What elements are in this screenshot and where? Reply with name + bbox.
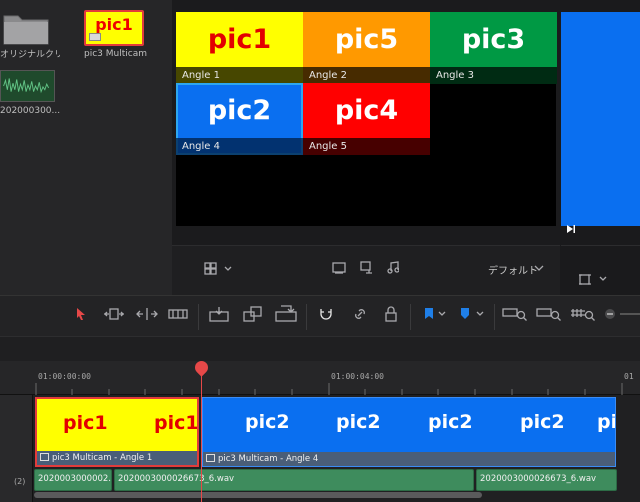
blade-tool-icon[interactable]	[168, 308, 188, 320]
timeline-scrollbar[interactable]	[34, 492, 482, 498]
multicam-viewer[interactable]: pic1 Angle 1 pic5 Angle 2 pic3 Angle 3 p…	[176, 12, 557, 226]
clip-frame-text: pic2	[428, 411, 473, 433]
clip-frame-text: pic1	[63, 412, 108, 434]
clip-frame-text: pic2	[336, 411, 381, 433]
overwrite-clip-icon[interactable]	[242, 305, 264, 323]
dynamic-trim-icon[interactable]	[136, 307, 158, 321]
view-mode-dropdown[interactable]: デフォルト	[488, 262, 538, 277]
angle-preview-text: pic4	[334, 95, 399, 126]
trim-edit-icon[interactable]	[103, 307, 125, 321]
viewer-toolbar: デフォルト	[172, 245, 560, 295]
angle-label: Angle 1	[176, 67, 303, 84]
zoom-detail-icon[interactable]	[536, 306, 562, 322]
angle-preview-text: pic1	[207, 24, 272, 55]
ruler-timecode: 01:00:00:00	[38, 372, 91, 381]
zoom-slider[interactable]	[620, 313, 640, 315]
clip-name: pic3 Multicam - Angle 1	[52, 453, 153, 463]
snapping-magnet-icon[interactable]	[318, 306, 334, 322]
angle-label: Angle 5	[303, 138, 430, 155]
link-icon[interactable]	[352, 307, 368, 321]
audio-clip[interactable]: 2020003000026673_6.wav	[114, 469, 474, 491]
transform-icon[interactable]	[578, 272, 612, 286]
flag-icon[interactable]	[423, 307, 449, 321]
layout-grid-icon[interactable]	[204, 262, 236, 276]
ruler-timecode: 01:00:04:00	[331, 372, 384, 381]
media-pool: オリジナルクリップ pic1 pic3 Multicam 202000300..…	[0, 0, 172, 295]
clip-name-bar: pic3 Multicam - Angle 1	[37, 451, 197, 465]
angle-preview-text: pic5	[334, 24, 399, 55]
folder-icon[interactable]	[2, 12, 50, 46]
clip-name: pic3 Multicam - Angle 4	[218, 454, 319, 464]
replace-clip-icon[interactable]	[274, 305, 298, 323]
multicam-clip-thumbnail[interactable]: pic1	[84, 10, 144, 46]
video-clip-angle-4[interactable]: pic2 pic2 pic2 pic2 pic2 pic3 Multicam -…	[202, 397, 616, 467]
timeline-toolbar	[0, 295, 640, 337]
media-item-label: pic3 Multicam	[84, 49, 147, 59]
zoom-custom-icon[interactable]	[570, 306, 596, 322]
media-item-label: オリジナルクリップ	[0, 50, 60, 60]
audio-clip[interactable]: 2020003000026673_6.wav	[476, 469, 617, 491]
timeline-ruler[interactable]: 01:00:00:00 01:00:04:00 01	[0, 361, 640, 395]
program-divider	[561, 245, 640, 246]
zoom-out-icon[interactable]	[604, 308, 616, 320]
insert-clip-icon[interactable]	[208, 306, 230, 323]
ruler-timecode: 01	[624, 372, 634, 381]
thumbnail-text: pic1	[95, 15, 133, 34]
video-clip-angle-1[interactable]: pic1 pic1 pic3 Multicam - Angle 1	[35, 397, 199, 467]
track-header[interactable]: (2)	[0, 395, 33, 502]
chevron-down-icon[interactable]	[534, 265, 544, 271]
multicam-badge-icon	[89, 33, 101, 41]
video-monitor-icon[interactable]	[332, 262, 346, 274]
angle-preview-text: pic3	[461, 24, 526, 55]
angle-4[interactable]: pic2 Angle 4	[176, 83, 303, 155]
clip-frame-text: pic1	[154, 412, 199, 434]
video-audio-icon[interactable]	[360, 261, 374, 274]
multicam-clip-icon	[206, 454, 215, 462]
angle-2[interactable]: pic5 Angle 2	[303, 12, 430, 84]
angle-label: Angle 3	[430, 67, 557, 84]
ruler-ticks	[35, 383, 623, 395]
angle-3[interactable]: pic3 Angle 3	[430, 12, 557, 84]
selection-pointer-icon[interactable]	[76, 307, 86, 321]
clip-frame-text: pic2	[520, 411, 565, 433]
clip-name-bar: pic3 Multicam - Angle 4	[203, 452, 615, 466]
audio-note-icon[interactable]	[387, 261, 399, 274]
angle-label: Angle 2	[303, 67, 430, 84]
angle-1[interactable]: pic1 Angle 1	[176, 12, 303, 84]
media-item-label: 202000300...	[0, 106, 60, 116]
program-frame[interactable]	[561, 12, 640, 226]
marker-icon[interactable]	[458, 307, 488, 321]
zoom-full-icon[interactable]	[502, 306, 528, 322]
angle-label: Angle 4	[176, 138, 303, 155]
position-lock-icon[interactable]	[384, 306, 398, 322]
clip-frame-text: pic2	[245, 411, 290, 433]
clip-frame-text: pic2	[597, 411, 616, 433]
multicam-clip-icon	[40, 453, 49, 461]
angle-preview-text: pic2	[207, 95, 272, 126]
timeline-view-strip	[0, 337, 640, 361]
angle-5[interactable]: pic4 Angle 5	[303, 83, 430, 155]
playhead-line[interactable]	[201, 369, 202, 502]
audio-clip[interactable]: 2020003000002...	[34, 469, 112, 491]
play-icon[interactable]	[566, 224, 576, 234]
audio-clip-thumbnail[interactable]	[0, 70, 55, 102]
track-label: (2)	[14, 477, 26, 486]
